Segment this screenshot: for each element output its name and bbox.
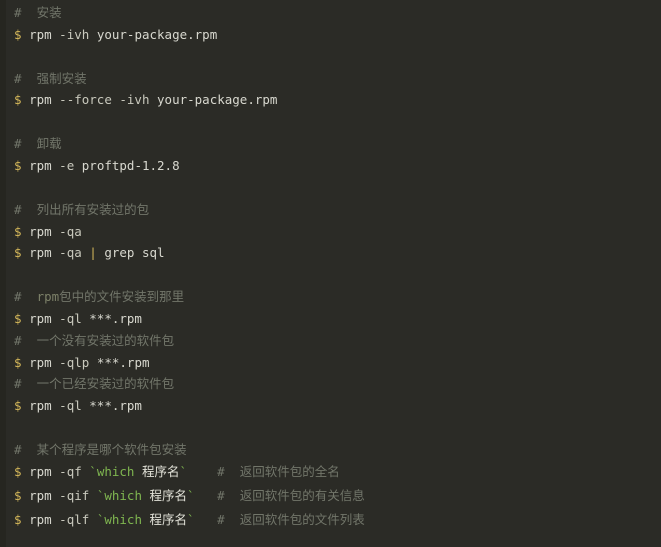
command-args: grep sql — [104, 245, 164, 260]
blank-line — [0, 269, 661, 291]
comment-text: 某个程序是哪个软件包安装 — [37, 442, 187, 457]
code-line-comment: # 安装 — [0, 7, 661, 29]
comment-text: 列出所有安装过的包 — [37, 202, 150, 217]
code-line-comment: # 某个程序是哪个软件包安装 — [0, 444, 661, 466]
comment-keyword: rpm — [37, 289, 60, 304]
command-flags: -qa — [59, 245, 82, 260]
command-name: rpm — [29, 398, 52, 413]
comment-text: 卸载 — [37, 136, 62, 151]
hash-token: # — [14, 442, 22, 457]
command-flags: -ivh — [59, 27, 89, 42]
hash-token: # — [14, 136, 22, 151]
subcommand-name: which — [97, 464, 135, 479]
subcommand-name: which — [104, 512, 142, 527]
blank-line — [0, 116, 661, 138]
command-name: rpm — [29, 488, 52, 503]
trailing-comment-text: 返回软件包的全名 — [240, 464, 340, 479]
command-name: rpm — [29, 245, 52, 260]
command-name: rpm — [29, 92, 52, 107]
command-args: ***.rpm — [89, 398, 142, 413]
command-flags: -qlf — [59, 512, 89, 527]
hash-token: # — [14, 71, 22, 86]
blank-line — [0, 422, 661, 444]
subcommand-name: which — [104, 488, 142, 503]
code-line-command-backtick: $ rpm -qlf `which 程序名` # 返回软件包的文件列表 — [0, 514, 661, 538]
comment-text: 安装 — [37, 5, 62, 20]
comment-text: 一个已经安装过的软件包 — [37, 376, 175, 391]
prompt-symbol: $ — [14, 311, 22, 326]
command-flags: -qa — [59, 224, 82, 239]
code-block[interactable]: # 安装 $ rpm -ivh your-package.rpm # 强制安装 … — [0, 0, 661, 547]
blank-line — [0, 51, 661, 73]
code-line-command: $ rpm -ql ***.rpm — [0, 313, 661, 335]
blank-line — [0, 182, 661, 204]
command-name: rpm — [29, 512, 52, 527]
trailing-comment-text: 返回软件包的文件列表 — [240, 512, 365, 527]
command-args: proftpd-1.2.8 — [82, 158, 180, 173]
prompt-symbol: $ — [14, 488, 22, 503]
command-flags: -e — [59, 158, 74, 173]
backtick-open: ` — [89, 464, 97, 479]
prompt-symbol: $ — [14, 245, 22, 260]
subcommand-arg: 程序名 — [142, 464, 180, 479]
backtick-close: ` — [187, 512, 195, 527]
prompt-symbol: $ — [14, 158, 22, 173]
trailing-hash-token: # — [217, 488, 225, 503]
command-flags: -qf — [59, 464, 82, 479]
prompt-symbol: $ — [14, 27, 22, 42]
subcommand-arg: 程序名 — [150, 512, 188, 527]
prompt-symbol: $ — [14, 512, 22, 527]
command-flags: -qif — [59, 488, 89, 503]
trailing-hash-token: # — [217, 512, 225, 527]
command-name: rpm — [29, 27, 52, 42]
command-name: rpm — [29, 355, 52, 370]
code-line-comment: # 一个没有安装过的软件包 — [0, 335, 661, 357]
command-name: rpm — [29, 311, 52, 326]
hash-token: # — [14, 202, 22, 217]
code-line-command: $ rpm -qlp ***.rpm — [0, 357, 661, 379]
prompt-symbol: $ — [14, 224, 22, 239]
backtick-close: ` — [180, 464, 188, 479]
code-line-comment: # 卸载 — [0, 138, 661, 160]
command-name: rpm — [29, 224, 52, 239]
command-name: rpm — [29, 464, 52, 479]
command-args: your-package.rpm — [97, 27, 217, 42]
trailing-comment-text: 返回软件包的有关信息 — [240, 488, 365, 503]
command-name: rpm — [29, 158, 52, 173]
command-args: ***.rpm — [89, 311, 142, 326]
code-line-command-backtick: $ rpm -qf `which 程序名` # 返回软件包的全名 — [0, 466, 661, 490]
command-flags: -qlp — [59, 355, 89, 370]
pipe-operator: | — [89, 245, 97, 260]
command-args: your-package.rpm — [157, 92, 277, 107]
hash-token: # — [14, 333, 22, 348]
code-line-comment: # rpm包中的文件安装到那里 — [0, 291, 661, 313]
subcommand-arg: 程序名 — [150, 488, 188, 503]
command-flags: --force -ivh — [59, 92, 149, 107]
code-line-command: $ rpm -ql ***.rpm — [0, 400, 661, 422]
code-line-comment: # 强制安装 — [0, 73, 661, 95]
comment-text: 一个没有安装过的软件包 — [37, 333, 175, 348]
command-flags: -ql — [59, 398, 82, 413]
comment-text: 强制安装 — [37, 71, 87, 86]
prompt-symbol: $ — [14, 398, 22, 413]
command-args: ***.rpm — [97, 355, 150, 370]
prompt-symbol: $ — [14, 464, 22, 479]
prompt-symbol: $ — [14, 92, 22, 107]
hash-token: # — [14, 5, 22, 20]
comment-text: 包中的文件安装到那里 — [59, 289, 184, 304]
code-line-comment: # 列出所有安装过的包 — [0, 204, 661, 226]
code-line-command: $ rpm --force -ivh your-package.rpm — [0, 94, 661, 116]
hash-token: # — [14, 376, 22, 391]
code-line-command: $ rpm -qa — [0, 226, 661, 248]
backtick-close: ` — [187, 488, 195, 503]
code-line-command-pipe: $ rpm -qa | grep sql — [0, 247, 661, 269]
trailing-hash-token: # — [217, 464, 225, 479]
hash-token: # — [14, 289, 22, 304]
command-flags: -ql — [59, 311, 82, 326]
code-line-command-backtick: $ rpm -qif `which 程序名` # 返回软件包的有关信息 — [0, 490, 661, 514]
code-line-command: $ rpm -e proftpd-1.2.8 — [0, 160, 661, 182]
code-line-comment: # 一个已经安装过的软件包 — [0, 378, 661, 400]
prompt-symbol: $ — [14, 355, 22, 370]
code-line-command: $ rpm -ivh your-package.rpm — [0, 29, 661, 51]
